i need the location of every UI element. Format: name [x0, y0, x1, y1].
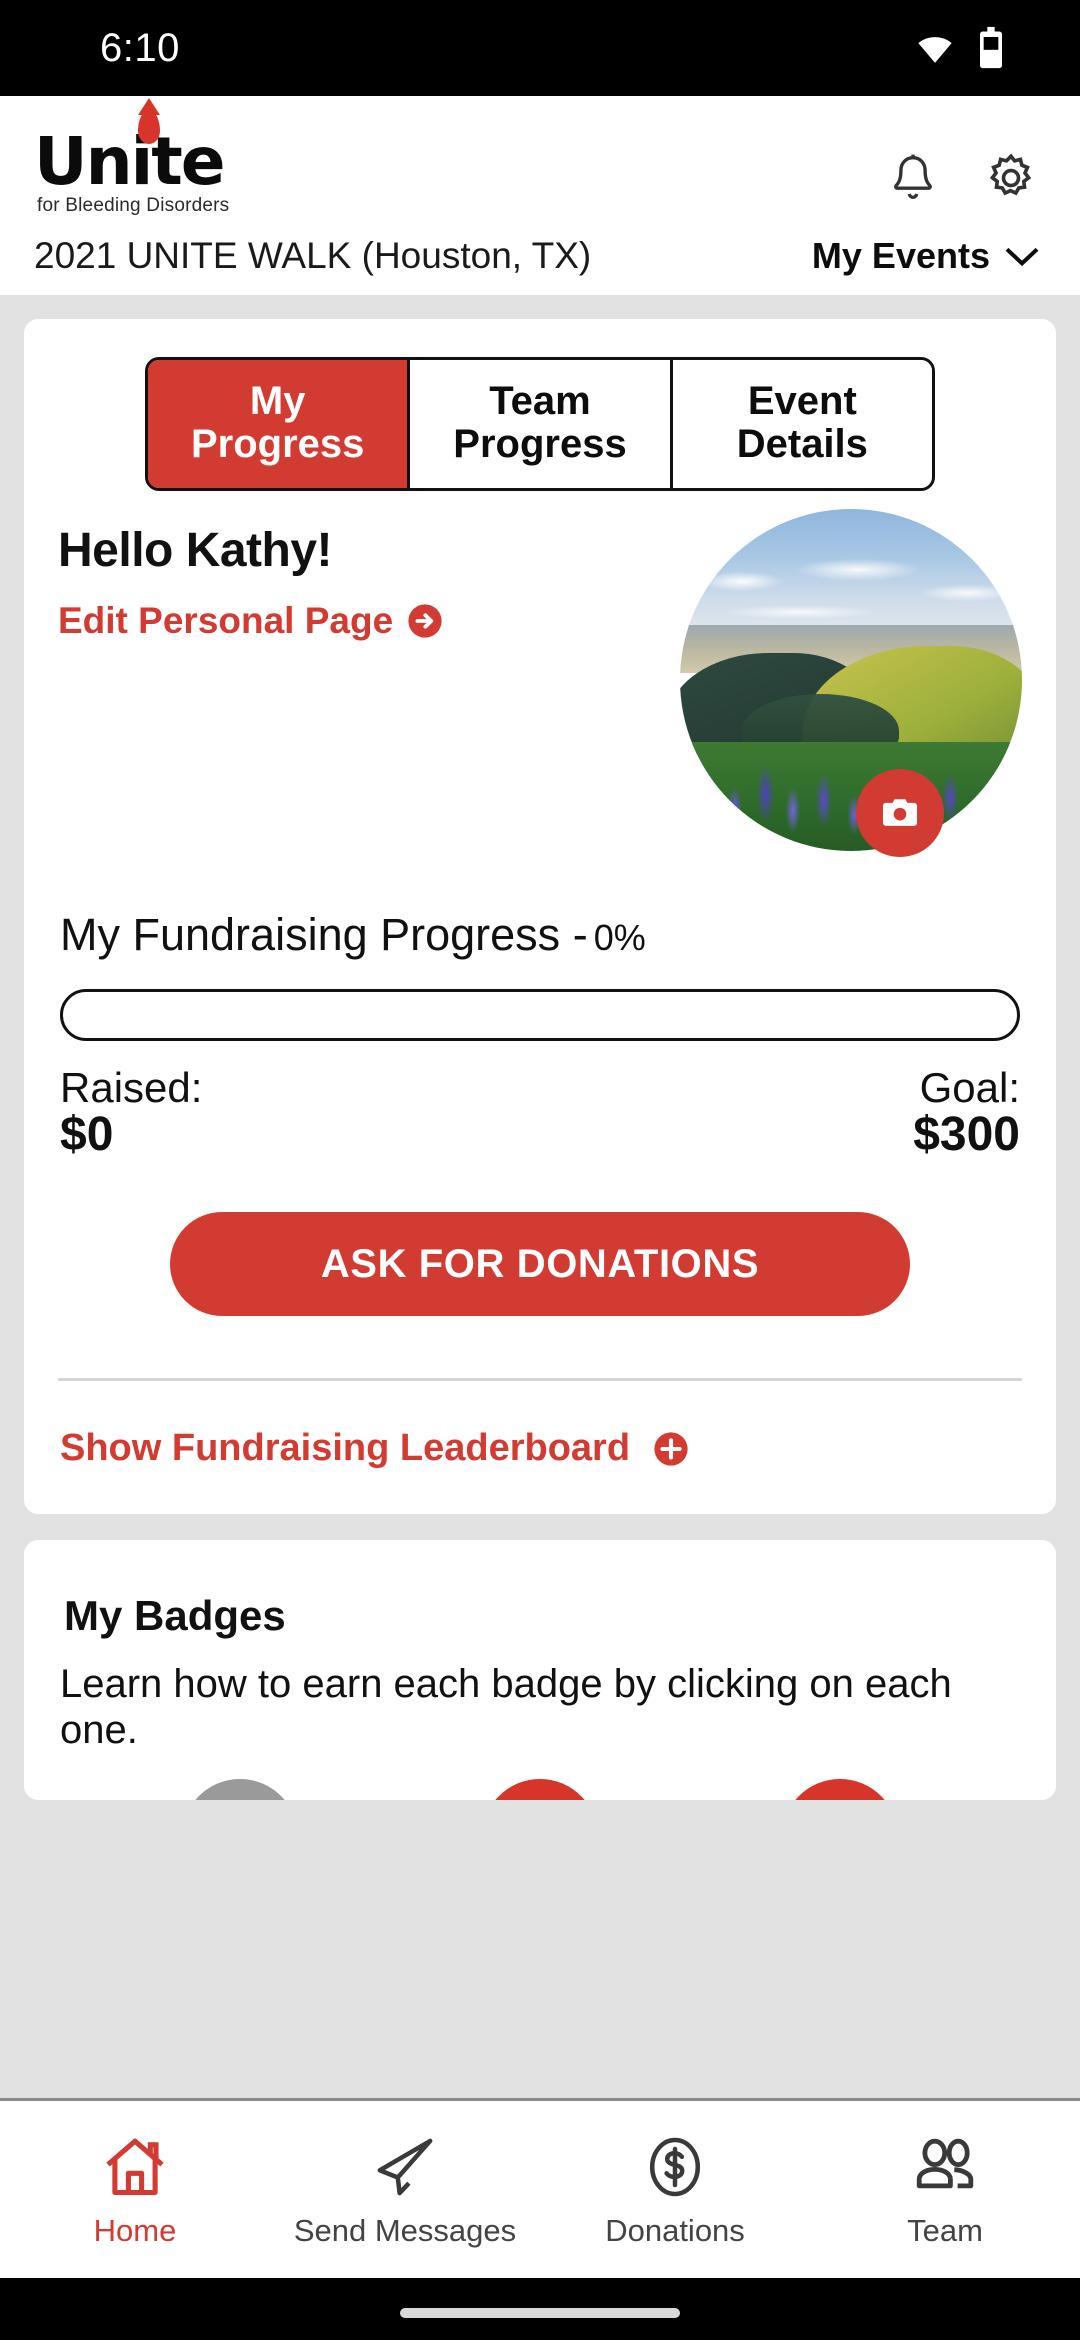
blood-drop-icon — [138, 110, 160, 144]
my-events-label: My Events — [811, 235, 990, 277]
app-header: Unite for Bleeding Disorders 2021 UNITE … — [0, 96, 1080, 296]
show-fundraising-leaderboard-link[interactable]: Show Fundraising Leaderboard — [60, 1427, 1030, 1470]
goal-amount: $300 — [913, 1107, 1020, 1161]
tab-my-progress-line1: My — [249, 379, 306, 424]
gesture-bar[interactable] — [0, 2278, 1080, 2340]
ask-for-donations-button[interactable]: ASK FOR DONATIONS — [170, 1212, 910, 1317]
plus-circle-icon — [654, 1432, 688, 1466]
app-screen: 6:10 Unite for Bleeding Disorders 2021 U… — [0, 0, 1080, 2340]
card-divider — [58, 1378, 1022, 1382]
tab-my-progress-line2: Progress — [190, 422, 365, 467]
avatar-lupine-flowers — [680, 734, 1022, 838]
home-icon — [106, 2138, 164, 2195]
camera-icon — [882, 799, 918, 826]
tab-team-progress-line1: Team — [489, 379, 591, 424]
tab-event-details-line1: Event — [747, 379, 857, 424]
app-logo: Unite for Bleeding Disorders — [34, 110, 230, 217]
tab-team-progress-line2: Progress — [453, 422, 627, 467]
edit-personal-page-label: Edit Personal Page — [58, 599, 394, 641]
paper-plane-icon — [377, 2138, 433, 2195]
nav-item-send-messages[interactable]: Send Messages — [270, 2131, 540, 2249]
people-icon — [916, 2138, 974, 2188]
raised-label: Raised: — [60, 1063, 203, 1111]
battery-icon — [980, 26, 1002, 69]
avatar-container[interactable] — [680, 508, 1022, 857]
tab-bar: My Progress Team Progress Event Details — [145, 357, 935, 491]
my-events-selector[interactable]: My Events — [812, 235, 1042, 277]
greeting-text: Hello Kathy! — [58, 523, 333, 577]
change-photo-button[interactable] — [856, 768, 944, 857]
chevron-down-icon — [1005, 248, 1039, 267]
nav-item-send-messages-label: Send Messages — [293, 2212, 517, 2248]
badge-earned-2[interactable] — [782, 1779, 898, 1801]
raised-goal-row: Raised: $0 Goal: $300 — [60, 1063, 1020, 1161]
tab-team-progress[interactable]: Team Progress — [410, 360, 673, 488]
fundraising-progress-bar — [60, 988, 1020, 1041]
my-progress-card: My Progress Team Progress Event Details … — [24, 319, 1056, 1515]
bell-icon[interactable] — [884, 150, 942, 208]
wifi-icon — [918, 37, 952, 63]
nav-item-home[interactable]: Home — [0, 2131, 270, 2249]
fundraising-progress-percent: 0% — [593, 916, 646, 958]
logo-wordmark: Unite — [34, 123, 226, 200]
tab-event-details-line2: Details — [736, 422, 868, 467]
scroll-content: My Progress Team Progress Event Details … — [0, 295, 1080, 1801]
tab-my-progress[interactable]: My Progress — [148, 360, 411, 488]
raised-amount: $0 — [60, 1107, 114, 1161]
avatar — [680, 508, 1022, 851]
badge-list — [50, 1779, 1030, 1801]
show-fundraising-leaderboard-label: Show Fundraising Leaderboard — [60, 1427, 631, 1470]
tab-event-details[interactable]: Event Details — [672, 360, 932, 488]
gear-icon[interactable] — [982, 150, 1040, 208]
arrow-right-circle-icon — [408, 604, 442, 638]
fundraising-progress-label: My Fundraising Progress - — [60, 908, 588, 960]
status-bar-time: 6:10 — [100, 25, 180, 70]
raised-block: Raised: $0 — [60, 1063, 203, 1161]
dollar-circle-icon — [649, 2137, 701, 2196]
nav-item-team-label: Team — [907, 2212, 983, 2248]
bottom-navigation: Home Send Messages Donations Team — [0, 2098, 1080, 2278]
my-badges-title: My Badges — [64, 1592, 286, 1640]
fundraising-progress-heading: My Fundraising Progress - 0% — [50, 909, 1030, 961]
nav-item-donations-label: Donations — [605, 2212, 745, 2248]
badge-locked[interactable] — [182, 1779, 298, 1801]
nav-item-team[interactable]: Team — [810, 2131, 1080, 2249]
logo-tagline: for Bleeding Disorders — [37, 195, 230, 217]
nav-item-donations[interactable]: Donations — [540, 2131, 810, 2249]
nav-item-home-label: Home — [93, 2212, 177, 2248]
status-bar: 6:10 — [0, 0, 1080, 96]
status-bar-icons — [914, 26, 1004, 70]
badge-earned-1[interactable] — [482, 1779, 598, 1801]
event-name: 2021 UNITE WALK (Houston, TX) — [34, 235, 592, 277]
goal-block: Goal: $300 — [913, 1063, 1020, 1161]
edit-personal-page-link[interactable]: Edit Personal Page — [58, 600, 444, 642]
goal-label: Goal: — [919, 1063, 1020, 1111]
my-badges-card: My Badges Learn how to earn each badge b… — [24, 1540, 1056, 1801]
my-badges-subtitle: Learn how to earn each badge by clicking… — [60, 1662, 952, 1752]
